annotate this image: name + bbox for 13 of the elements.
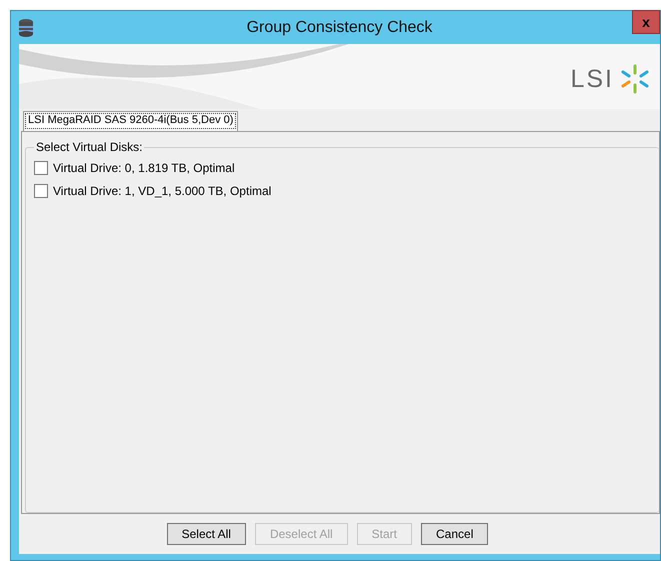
checkbox[interactable]	[34, 184, 48, 198]
checkbox-label: Virtual Drive: 1, VD_1, 5.000 TB, Optimal	[53, 184, 272, 198]
database-icon	[19, 18, 33, 36]
tab[interactable]: LSI MegaRAID SAS 9260-4i(Bus 5,Dev 0)	[23, 111, 238, 131]
checkbox[interactable]	[34, 160, 48, 174]
cancel-button[interactable]: Cancel	[421, 523, 488, 545]
checkbox-label: Virtual Drive: 0, 1.819 TB, Optimal	[53, 160, 235, 174]
select-all-button[interactable]: Select All	[166, 523, 246, 545]
group-title: Select Virtual Disks:	[35, 140, 144, 154]
window-title: Group Consistency Check	[246, 18, 434, 36]
starburst-icon	[620, 64, 650, 94]
close-button[interactable]: x	[632, 10, 660, 34]
logo-text: LSI	[570, 64, 614, 94]
